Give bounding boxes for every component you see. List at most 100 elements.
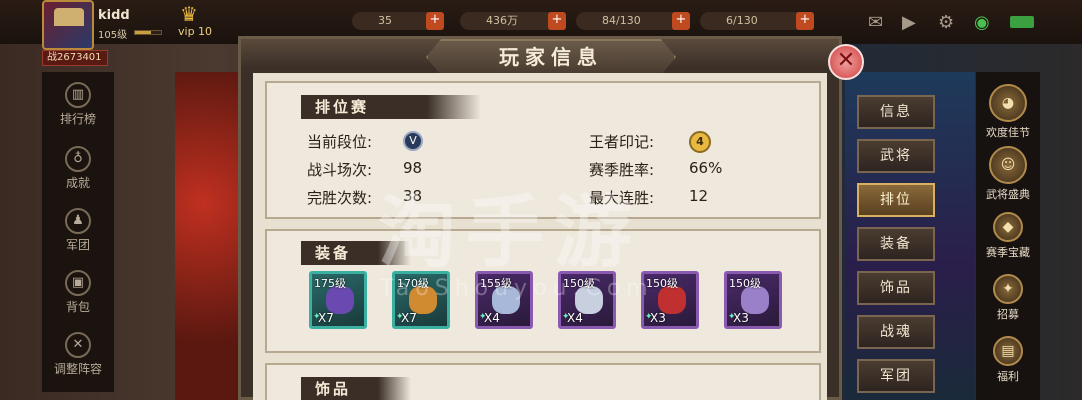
- tab-ranked[interactable]: 排位: [857, 183, 935, 217]
- current-rank-label: 当前段位:: [307, 133, 373, 151]
- general-event-icon: ☺: [989, 146, 1027, 184]
- equipment-slot[interactable]: 170级 ✦ X7: [392, 271, 450, 329]
- equipment-level: 150级: [563, 277, 595, 290]
- current-rank-row: 当前段位: V: [307, 131, 423, 152]
- tab-equipment[interactable]: 装备: [857, 227, 935, 261]
- tab-info[interactable]: 信息: [857, 95, 935, 129]
- add-gold-button[interactable]: +: [548, 12, 566, 30]
- menu-general-event[interactable]: ☺ 武将盛典: [976, 146, 1040, 202]
- left-menu: ▥ 排行榜 ♁ 成就 ♟ 军团 ▣ 背包 ✕ 调整阵容: [42, 72, 114, 392]
- tab-legion[interactable]: 军团: [857, 359, 935, 393]
- king-seal-badge-icon: 4: [689, 131, 711, 153]
- dialog-body[interactable]: 排位赛 当前段位: V 战斗场次: 98 完胜次数: 38 王者印记: 4 赛季…: [253, 73, 827, 400]
- exp-bar: [134, 30, 162, 35]
- accessories-card: 饰品: [265, 363, 821, 400]
- player-info-dialog: 玩家信息 排位赛 当前段位: V 战斗场次: 98 完胜次数: 38 王者印记:…: [238, 36, 842, 400]
- equipment-level: 170级: [397, 277, 429, 290]
- player-level: 105级: [98, 30, 128, 41]
- king-seal-label: 王者印记:: [589, 133, 655, 151]
- mail-icon[interactable]: ✉: [868, 12, 883, 33]
- equipment-count: X4: [567, 311, 583, 325]
- tab-war-soul[interactable]: 战魂: [857, 315, 935, 349]
- dialog-title: 玩家信息: [426, 39, 676, 75]
- menu-formation[interactable]: ✕ 调整阵容: [42, 332, 114, 377]
- equipment-slot[interactable]: 175级 ✦ X7: [309, 271, 367, 329]
- welfare-icon: ▤: [993, 336, 1023, 366]
- equipment-slot[interactable]: 150级 ✦ X3: [641, 271, 699, 329]
- max-streak-label: 最大连胜:: [589, 189, 655, 207]
- battles-row: 战斗场次: 98: [307, 159, 422, 180]
- resource-spirit-value: 6/130: [726, 14, 758, 27]
- menu-recruit[interactable]: ✦ 招募: [976, 274, 1040, 322]
- right-menu: ◕ 欢度佳节 ☺ 武将盛典 ◆ 赛季宝藏 ✦ 招募 ▤ 福利: [976, 72, 1040, 400]
- treasure-icon: ◆: [993, 212, 1023, 242]
- recruit-icon: ✦: [993, 274, 1023, 304]
- equipment-level: 150级: [729, 277, 761, 290]
- ranking-icon: ▥: [65, 82, 91, 108]
- menu-ranking[interactable]: ▥ 排行榜: [42, 82, 114, 127]
- equipment-card: 装备 175级 ✦ X7 170级 ✦ X7 155级 ✦ X4 150级 ✦ X4 150级 ✦ X3 15…: [265, 229, 821, 353]
- legion-icon: ♟: [65, 208, 91, 234]
- menu-legion[interactable]: ♟ 军团: [42, 208, 114, 253]
- accessories-heading: 饰品: [301, 377, 411, 400]
- max-streak-row: 最大连胜: 12: [589, 187, 708, 208]
- tab-accessories[interactable]: 饰品: [857, 271, 935, 305]
- equipment-count: X7: [318, 311, 334, 325]
- background-art-left: [175, 72, 245, 400]
- equipment-list: 175级 ✦ X7 170级 ✦ X7 155级 ✦ X4 150级 ✦ X4 150级 ✦ X3 150级 ✦…: [309, 271, 789, 333]
- equipment-level: 150级: [646, 277, 678, 290]
- equipment-slot[interactable]: 150级 ✦ X4: [558, 271, 616, 329]
- video-icon[interactable]: ▶: [902, 12, 916, 33]
- menu-backpack[interactable]: ▣ 背包: [42, 270, 114, 315]
- ranked-card: 排位赛 当前段位: V 战斗场次: 98 完胜次数: 38 王者印记: 4 赛季…: [265, 81, 821, 219]
- settings-gear-icon[interactable]: ⚙: [938, 12, 954, 33]
- equipment-count: X3: [733, 311, 749, 325]
- vip-level[interactable]: vip 10: [178, 25, 212, 38]
- king-seal-row: 王者印记: 4: [589, 131, 711, 153]
- perfect-wins-value: 38: [403, 187, 423, 205]
- menu-achievement[interactable]: ♁ 成就: [42, 146, 114, 191]
- festival-icon: ◕: [989, 84, 1027, 122]
- resource-stamina: 35 +: [352, 12, 444, 30]
- menu-season-treasure[interactable]: ◆ 赛季宝藏: [976, 212, 1040, 260]
- battery-icon: [1010, 16, 1034, 28]
- wifi-icon: ◉: [974, 12, 990, 33]
- equipment-count: X7: [401, 311, 417, 325]
- resource-energy: 84/130 +: [576, 12, 690, 30]
- win-rate-value: 66%: [689, 159, 723, 177]
- menu-welfare[interactable]: ▤ 福利: [976, 336, 1040, 384]
- close-button[interactable]: ✕: [828, 44, 864, 80]
- resource-gold: 436万 +: [460, 12, 566, 30]
- ranked-heading: 排位赛: [301, 95, 481, 119]
- win-rate-row: 赛季胜率: 66%: [589, 159, 722, 180]
- tab-generals[interactable]: 武将: [857, 139, 935, 173]
- battles-value: 98: [403, 159, 423, 177]
- resource-energy-value: 84/130: [602, 14, 641, 27]
- equipment-count: X3: [650, 311, 666, 325]
- equipment-level: 155级: [480, 277, 512, 290]
- max-streak-value: 12: [689, 187, 709, 205]
- rank-badge-icon: V: [403, 131, 423, 151]
- formation-icon: ✕: [65, 332, 91, 358]
- win-rate-label: 赛季胜率:: [589, 161, 655, 179]
- achievement-icon: ♁: [65, 146, 91, 172]
- backpack-icon: ▣: [65, 270, 91, 296]
- player-avatar[interactable]: [42, 0, 94, 50]
- perfect-wins-row: 完胜次数: 38: [307, 187, 422, 208]
- equipment-heading: 装备: [301, 241, 411, 265]
- equipment-slot[interactable]: 155级 ✦ X4: [475, 271, 533, 329]
- resource-gold-value: 436万: [486, 14, 518, 27]
- player-name: kidd: [98, 8, 130, 23]
- add-spirit-button[interactable]: +: [796, 12, 814, 30]
- resource-spirit: 6/130 +: [700, 12, 814, 30]
- equipment-slot[interactable]: 150级 ✦ X3: [724, 271, 782, 329]
- perfect-wins-label: 完胜次数:: [307, 189, 373, 207]
- add-stamina-button[interactable]: +: [426, 12, 444, 30]
- menu-festival[interactable]: ◕ 欢度佳节: [976, 84, 1040, 140]
- combat-power: 战2673401: [42, 50, 108, 66]
- resource-stamina-value: 35: [378, 14, 392, 27]
- battles-label: 战斗场次:: [307, 161, 373, 179]
- add-energy-button[interactable]: +: [672, 12, 690, 30]
- equipment-level: 175级: [314, 277, 346, 290]
- vip-crown-icon: ♛: [180, 2, 198, 26]
